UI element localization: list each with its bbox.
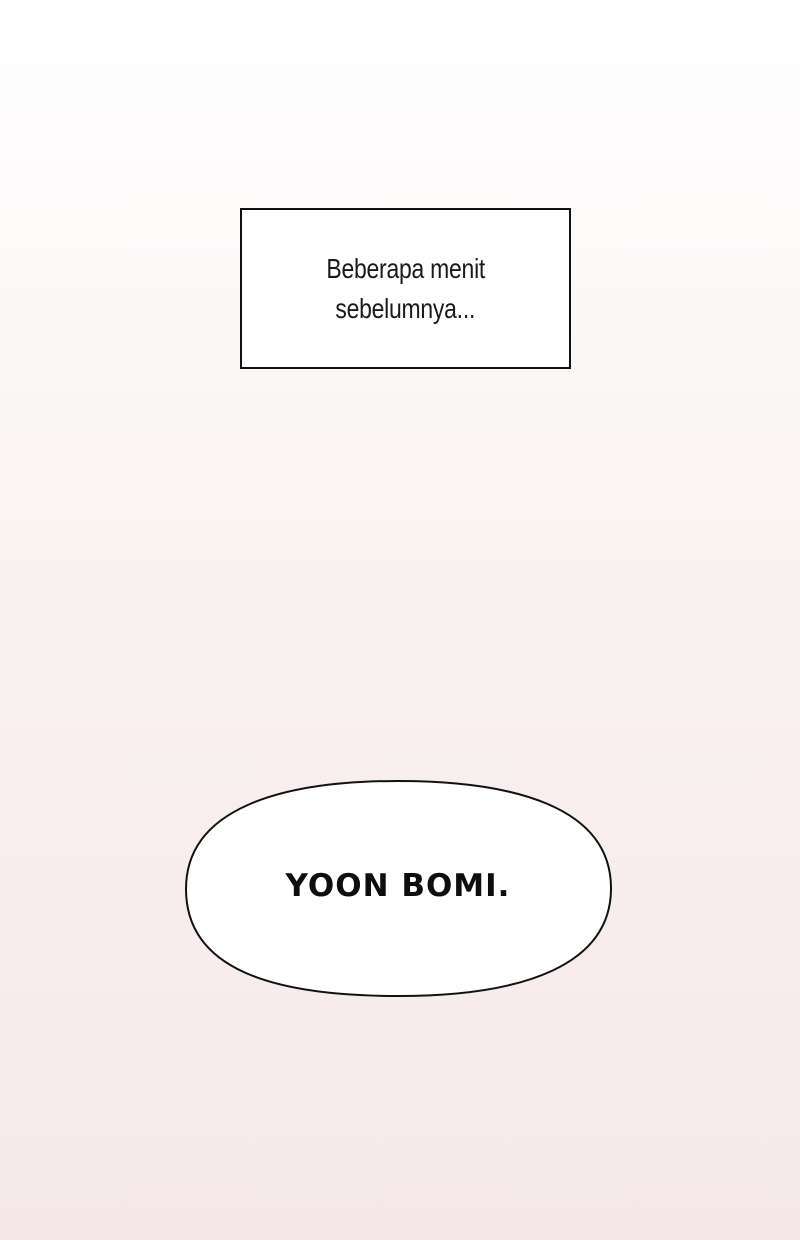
caption-line-1: Beberapa menit xyxy=(326,252,485,284)
caption-line-2: sebelumnya... xyxy=(335,292,476,324)
speech-bubble-text: YOON BOMI. xyxy=(285,868,511,904)
narration-caption-box: Beberapa menit sebelumnya... xyxy=(240,208,571,369)
speech-bubble: YOON BOMI. xyxy=(184,779,612,997)
